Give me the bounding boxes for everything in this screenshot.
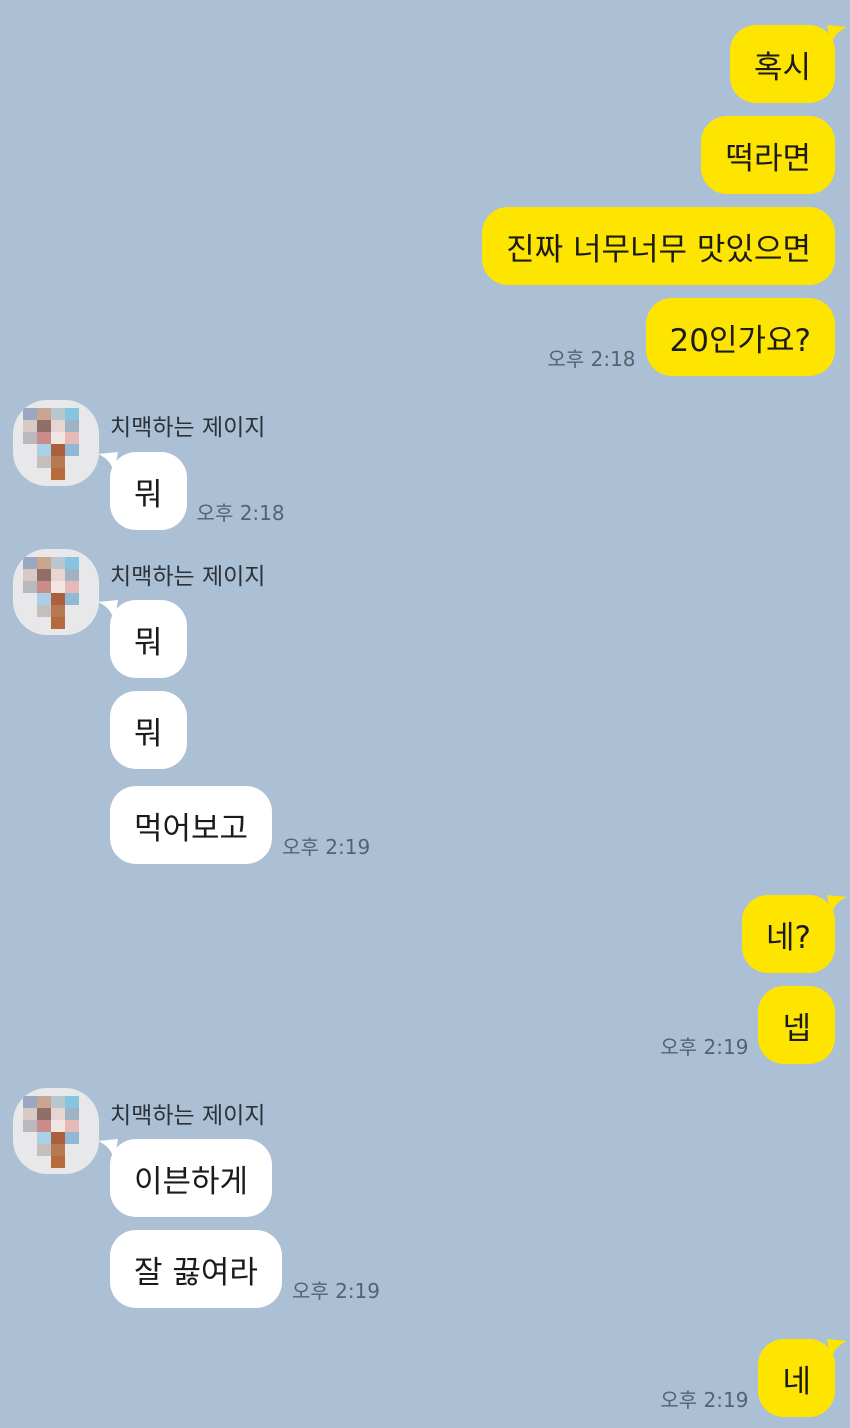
bubble-tail-icon	[98, 600, 118, 622]
message-text: 이븐하게	[134, 1163, 249, 1200]
message-time: 오후 2:19	[291, 1279, 381, 1303]
message-bubble[interactable]: 뭐	[98, 452, 187, 530]
sender-name: 치맥하는 제이지	[110, 564, 266, 590]
message-bubble[interactable]: 혹시	[729, 25, 847, 103]
message-time: 오후 2:18	[547, 347, 636, 371]
message-row: 혹시	[729, 25, 847, 103]
message-text: 혹시	[753, 49, 811, 86]
pixelated-avatar-icon	[23, 557, 79, 629]
message-bubble[interactable]: 넵	[758, 986, 835, 1064]
message-text: 넵	[782, 1010, 811, 1047]
chat-room[interactable]: 혹시 떡라면 진짜 너무너무 맛있으면 20인가요? 오후 2:18 치맥하는 …	[0, 0, 850, 1428]
message-time: 오후 2:18	[196, 501, 285, 525]
message-time: 오후 2:19	[660, 1035, 749, 1059]
message-row: 넵 오후 2:19	[660, 986, 835, 1064]
message-row: 뭐	[98, 600, 187, 678]
bubble-tail-icon	[98, 452, 118, 474]
message-bubble[interactable]: 진짜 너무너무 맛있으면	[482, 207, 835, 285]
bubble-tail-icon	[827, 895, 847, 917]
message-text: 20인가요?	[669, 322, 811, 359]
sender-name: 치맥하는 제이지	[110, 415, 266, 441]
pixelated-avatar-icon	[23, 1096, 79, 1168]
message-time: 오후 2:19	[660, 1388, 749, 1412]
message-time: 오후 2:19	[282, 835, 371, 859]
pixelated-avatar-icon	[23, 408, 79, 480]
contact-avatar[interactable]	[13, 400, 99, 486]
message-bubble[interactable]: 네	[758, 1339, 847, 1417]
message-bubble[interactable]: 네?	[742, 895, 847, 973]
message-bubble[interactable]: 20인가요?	[645, 298, 835, 376]
message-text: 네	[782, 1363, 811, 1400]
message-bubble[interactable]: 뭐	[98, 600, 187, 678]
message-bubble[interactable]: 뭐	[110, 691, 187, 769]
message-row: 진짜 너무너무 맛있으면	[482, 207, 835, 285]
message-text: 네?	[766, 919, 811, 956]
message-bubble[interactable]: 잘 끓여라	[110, 1230, 282, 1308]
message-text: 뭐	[134, 476, 163, 513]
message-text: 뭐	[134, 715, 163, 752]
bubble-tail-icon	[827, 25, 847, 47]
message-bubble[interactable]: 먹어보고	[110, 786, 273, 864]
message-row: 뭐	[110, 691, 187, 769]
message-text: 먹어보고	[134, 810, 249, 847]
bubble-tail-icon	[827, 1339, 847, 1361]
message-bubble[interactable]: 떡라면	[701, 116, 835, 194]
message-text: 진짜 너무너무 맛있으면	[506, 231, 811, 268]
message-row: 뭐 오후 2:18	[98, 452, 285, 530]
message-text: 뭐	[134, 624, 163, 661]
message-row: 먹어보고 오후 2:19	[110, 786, 370, 864]
message-text: 떡라면	[725, 140, 811, 177]
message-row: 이븐하게	[98, 1139, 273, 1217]
message-row: 20인가요? 오후 2:18	[547, 298, 835, 376]
contact-avatar[interactable]	[13, 549, 99, 635]
message-text: 잘 끓여라	[134, 1254, 258, 1291]
contact-avatar[interactable]	[13, 1088, 99, 1174]
message-row: 잘 끓여라 오후 2:19	[110, 1230, 380, 1308]
message-row: 떡라면	[701, 116, 835, 194]
message-row: 네?	[742, 895, 847, 973]
bubble-tail-icon	[98, 1139, 118, 1161]
message-bubble[interactable]: 이븐하게	[98, 1139, 273, 1217]
message-row: 네 오후 2:19	[660, 1339, 847, 1417]
sender-name: 치맥하는 제이지	[110, 1103, 266, 1129]
